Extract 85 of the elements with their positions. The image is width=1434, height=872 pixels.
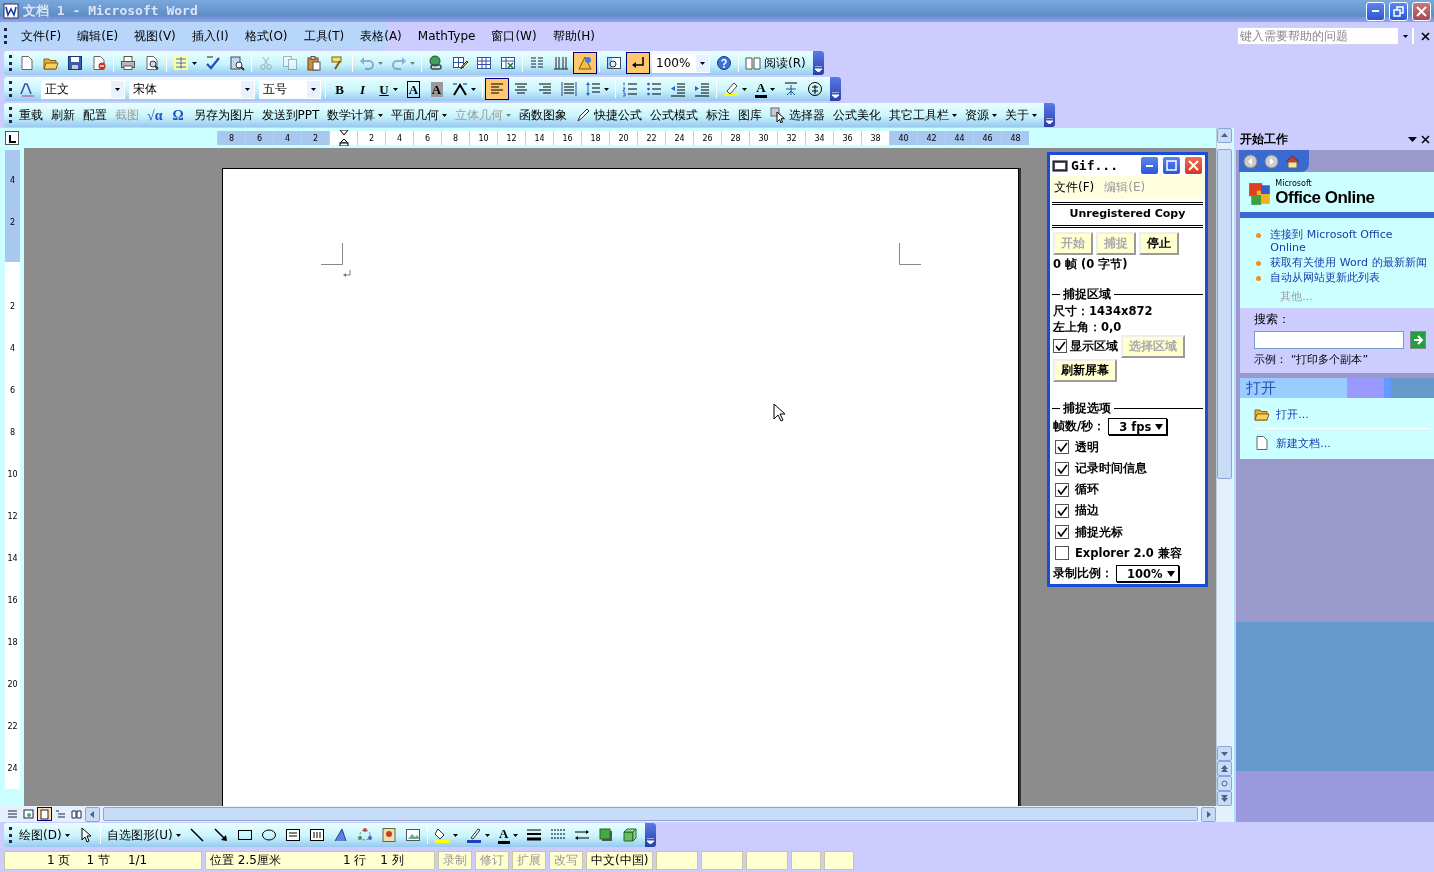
section-heading: 打开: [1245, 378, 1277, 398]
toolbar-button[interactable]: 选择器: [766, 104, 830, 126]
page-count: 1/1: [127, 853, 148, 867]
omega-button[interactable]: Ω: [166, 104, 190, 126]
menu-item[interactable]: 视图(V): [126, 25, 184, 47]
scale-label: 录制比例：: [1053, 566, 1113, 582]
font-dropdown[interactable]: 宋体: [129, 79, 255, 99]
toolbar-menu-button[interactable]: 其它工具栏: [885, 104, 962, 126]
toolbar-menu-button[interactable]: 数学计算: [323, 104, 388, 126]
horizontal-ruler: 8 6 4 2 2 4 6 8 10 12 14 16 18 20 22 24 26 28 30 32 34 36 38 40 42 44 46 48: [217, 131, 1029, 145]
menu-item[interactable]: MathType: [409, 27, 484, 45]
toolbar-button[interactable]: 刷新: [47, 104, 79, 126]
square-root-button[interactable]: √α: [143, 104, 167, 126]
capture-control-button[interactable]: 停止: [1139, 231, 1179, 255]
toolbar-menu-button[interactable]: 关于: [1001, 104, 1042, 126]
link[interactable]: 打开...: [1276, 406, 1309, 422]
checkbox-label: 循环: [1075, 482, 1099, 498]
section-heading: 捕捉区域: [1063, 286, 1111, 304]
capture-size: 尺寸：1434x872: [1053, 303, 1153, 319]
toolbar-menu-button[interactable]: 自选图形(U): [102, 824, 185, 846]
fps-label: 帧数/秒：: [1053, 419, 1106, 435]
checkbox-label: 透明: [1075, 439, 1099, 455]
page-indicator: 1 页: [47, 851, 71, 869]
language-indicator: 中文(中国): [586, 850, 654, 870]
link[interactable]: 自动从网站更新此列表: [1270, 271, 1381, 284]
menu-item[interactable]: 工具(T): [295, 25, 353, 47]
checkbox-label: 显示区域: [1070, 338, 1118, 354]
toolbar-menu-button[interactable]: 绘图(D): [15, 824, 74, 846]
toolbar-button[interactable]: 标注: [702, 104, 735, 126]
section-indicator: 1 节: [86, 851, 110, 869]
menu-item[interactable]: 帮助(H): [544, 25, 603, 47]
link[interactable]: 新建文档...: [1276, 435, 1331, 451]
logo-text: Office Online: [1275, 188, 1375, 208]
column-indicator: 1 列: [380, 851, 404, 869]
pane-title: 开始工作: [1240, 130, 1290, 148]
line-indicator: 1 行: [342, 851, 367, 869]
checkbox-label: 记录时间信息: [1075, 461, 1147, 476]
italic-button[interactable]: I: [351, 78, 374, 100]
toolbar-menu-button[interactable]: 资源: [961, 104, 1002, 126]
toolbar-button[interactable]: 另存为图片: [189, 104, 258, 126]
toolbar-button[interactable]: 配置: [79, 104, 111, 126]
fps-dropdown[interactable]: 3 fps: [1108, 418, 1168, 436]
search-example: 示例： “打印多个副本”: [1254, 352, 1370, 367]
window-title: Gif...: [1071, 158, 1119, 174]
search-label: 搜索：: [1254, 312, 1291, 326]
link[interactable]: 获取有关使用 Word 的最新新闻: [1270, 256, 1427, 269]
checkbox-label: 描边: [1075, 503, 1099, 519]
vertical-ruler: 4 2 2 4 6 8 10 12 14 16 18 20 22 24: [5, 150, 20, 789]
cursor-position: 位置 2.5厘米: [210, 851, 281, 869]
character-shading-button[interactable]: A: [425, 78, 448, 100]
bold-button[interactable]: B: [328, 78, 351, 100]
checkbox-label: Explorer 2.0 兼容: [1075, 545, 1182, 561]
menu-item[interactable]: 格式(O): [236, 25, 296, 47]
refresh-screen-button[interactable]: 刷新屏幕: [1053, 359, 1117, 383]
zoom-dropdown[interactable]: 100%: [652, 53, 710, 73]
checkbox-label: 捕捉光标: [1075, 524, 1123, 540]
toolbar-button[interactable]: 公式美化: [829, 104, 886, 126]
toolbar-menu-button[interactable]: 平面几何: [387, 104, 452, 126]
menu-item[interactable]: 表格(A): [352, 25, 410, 47]
font-color-button[interactable]: A: [493, 824, 522, 846]
underline-button[interactable]: U: [374, 78, 402, 100]
toolbar-button[interactable]: 公式模式: [646, 104, 703, 126]
toolbar-button[interactable]: 函数图象: [515, 104, 572, 126]
style-dropdown[interactable]: 正文: [41, 79, 125, 99]
font-color-button[interactable]: A: [751, 78, 779, 100]
scale-dropdown[interactable]: 100%: [1116, 565, 1179, 583]
toolbar-button[interactable]: 快捷公式: [571, 104, 647, 126]
logo-caption: Microsoft: [1275, 180, 1313, 188]
capture-origin: 左上角：0,0: [1053, 319, 1122, 335]
reading-mode-button[interactable]: 阅读(R): [741, 52, 810, 74]
toolbar-button[interactable]: 图库: [734, 104, 767, 126]
menu-item[interactable]: 插入(I): [183, 25, 237, 47]
toolbar-button[interactable]: 重载: [15, 104, 47, 126]
menu-item[interactable]: 文件(F): [1054, 179, 1095, 197]
menu-item[interactable]: 文件(F): [13, 25, 70, 47]
help-question-field[interactable]: 键入需要帮助的问题: [1237, 27, 1415, 45]
link[interactable]: 连接到 Microsoft Office Online: [1270, 228, 1430, 254]
menu-item[interactable]: 编辑(E): [69, 25, 127, 47]
font-size-dropdown[interactable]: 五号: [259, 79, 321, 99]
frame-count: 0 帧 (0 字节): [1053, 256, 1128, 272]
section-heading: 捕捉选项: [1063, 399, 1111, 417]
window-title: 文档 1 - Microsoft Word: [23, 2, 199, 20]
unregistered-label: Unregistered Copy: [1068, 206, 1187, 223]
toolbar-button[interactable]: 发送到PPT: [257, 104, 324, 126]
menu-item[interactable]: 窗口(W): [483, 25, 545, 47]
